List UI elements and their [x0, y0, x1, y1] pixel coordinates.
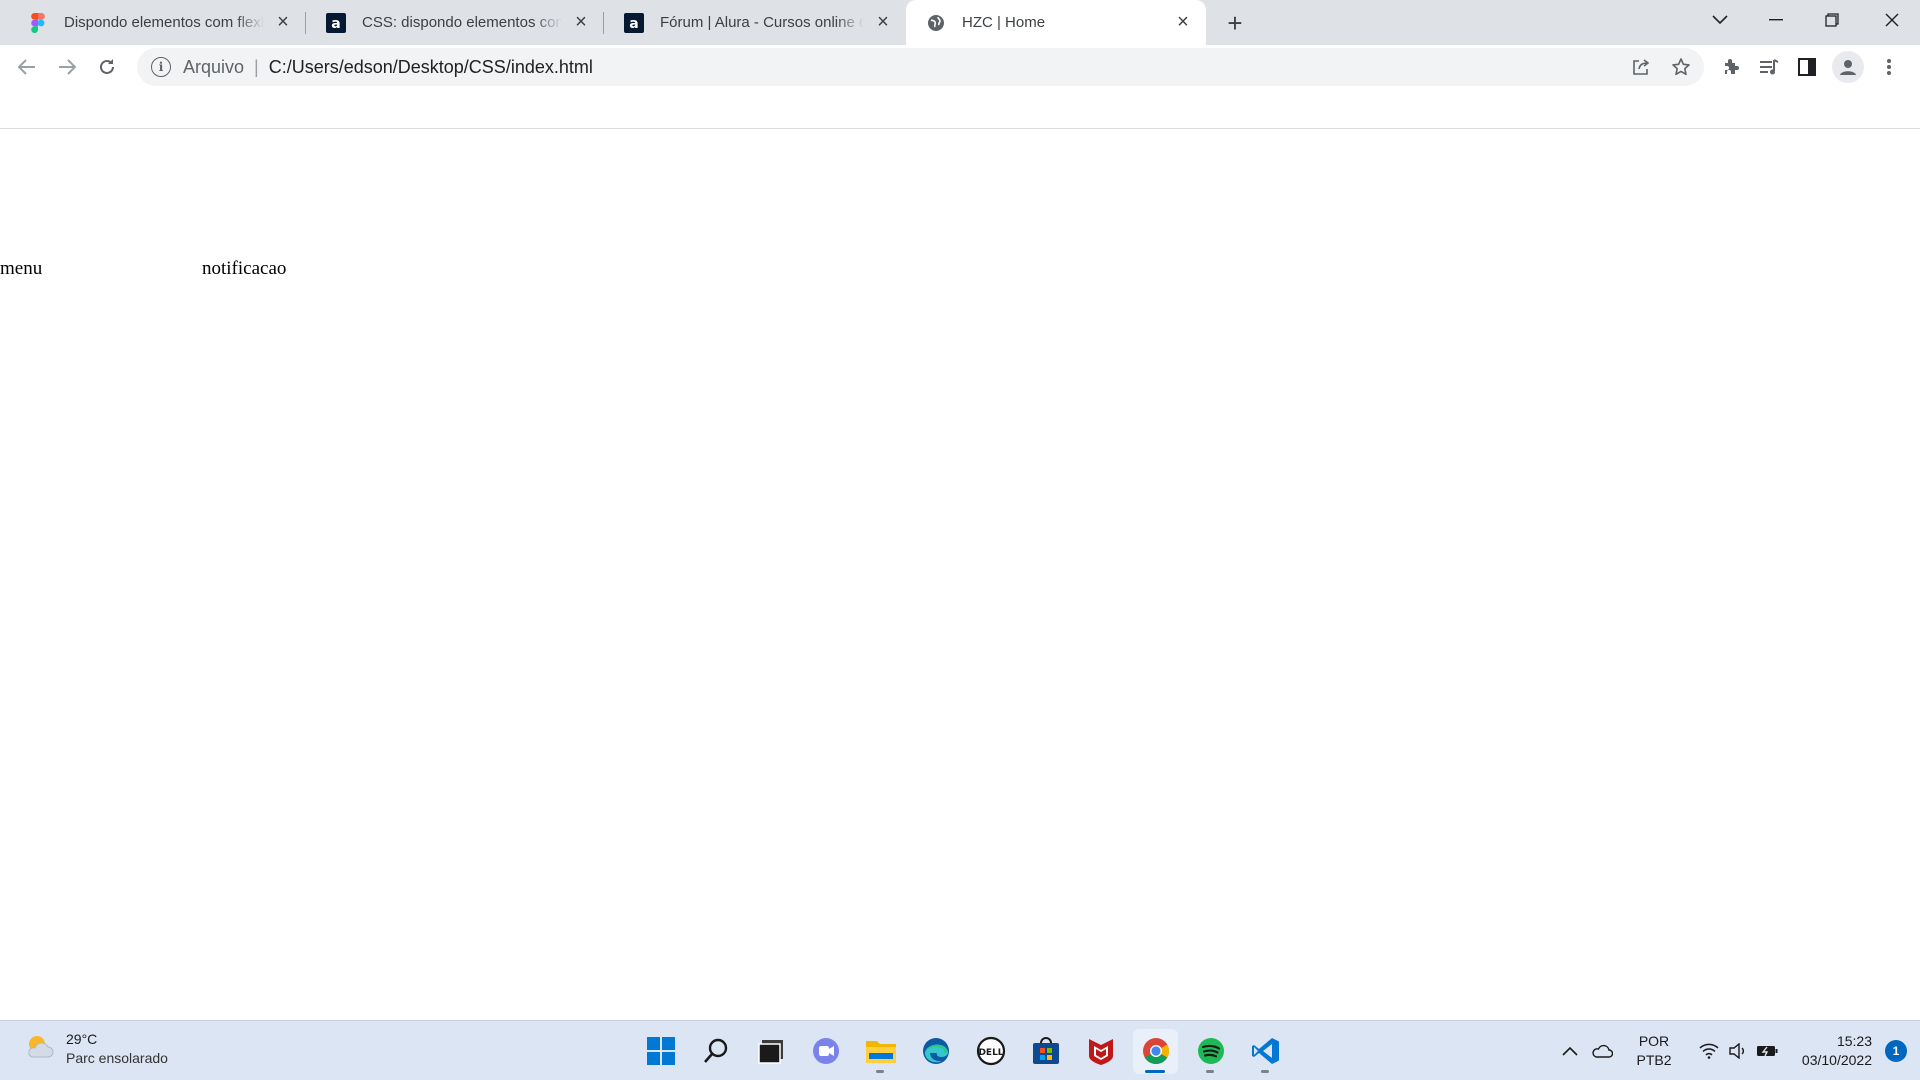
svg-text:a: a: [331, 16, 340, 32]
alura-icon: a: [624, 12, 644, 33]
alura-icon: a: [326, 12, 346, 33]
file-explorer-icon[interactable]: [858, 1029, 903, 1074]
mcafee-icon[interactable]: [1078, 1029, 1123, 1074]
clock-time: 15:23: [1836, 1033, 1872, 1049]
system-tray: POR PTB2 15:23 03/10/2022 1: [1556, 1021, 1920, 1080]
windows-start-icon[interactable]: [638, 1029, 683, 1074]
back-button[interactable]: [9, 49, 45, 85]
taskbar-apps: DELL: [638, 1027, 1288, 1075]
task-view-icon[interactable]: [748, 1029, 793, 1074]
weather-condition: Parc ensolarado: [66, 1050, 168, 1066]
tab-search-icon[interactable]: [1692, 0, 1748, 40]
svg-text:a: a: [629, 16, 638, 32]
extensions-icon[interactable]: [1718, 54, 1744, 80]
tab-title: Dispondo elementos com flexbox: [64, 14, 264, 31]
chevron-up-icon[interactable]: [1556, 1046, 1584, 1056]
figma-icon: [28, 12, 48, 33]
page-viewport: menu notificacao: [0, 130, 1920, 1020]
globe-icon: [926, 13, 946, 33]
spotify-icon[interactable]: [1188, 1029, 1233, 1074]
wifi-icon[interactable]: [1694, 1043, 1724, 1059]
profile-avatar-icon[interactable]: [1832, 51, 1864, 83]
minimize-button[interactable]: [1748, 0, 1804, 40]
tab-title: Fórum | Alura - Cursos online de tecnolo…: [660, 14, 864, 31]
running-indicator: [1261, 1069, 1269, 1073]
chrome-icon[interactable]: [1133, 1028, 1178, 1074]
media-control-icon[interactable]: [1756, 54, 1782, 80]
edge-icon[interactable]: [913, 1029, 958, 1074]
side-panel-icon[interactable]: [1794, 54, 1820, 80]
reload-button[interactable]: [89, 49, 125, 85]
taskbar: 29°C Parc ensolarado DELL POR PTB2 15:23…: [0, 1020, 1920, 1080]
tab-title: CSS: dispondo elementos com Flexbox: [362, 14, 562, 31]
more-menu-icon[interactable]: [1876, 54, 1902, 80]
clock[interactable]: 15:23 03/10/2022: [1792, 1032, 1872, 1070]
input-language[interactable]: POR PTB2: [1626, 1032, 1682, 1070]
tab-alura-css[interactable]: a CSS: dispondo elementos com Flexbox ×: [306, 0, 604, 45]
tab-close-icon[interactable]: ×: [1172, 11, 1194, 34]
svg-text:DELL: DELL: [978, 1048, 1003, 1058]
close-window-button[interactable]: [1864, 0, 1920, 40]
address-bar[interactable]: i Arquivo | C:/Users/edson/Desktop/CSS/i…: [137, 48, 1704, 86]
forward-button[interactable]: [49, 49, 85, 85]
keyboard-layout: PTB2: [1636, 1052, 1672, 1068]
tab-close-icon[interactable]: ×: [570, 11, 592, 34]
notification-center[interactable]: 1: [1872, 1040, 1920, 1062]
menu-text: menu: [0, 258, 43, 279]
bookmark-star-icon[interactable]: [1668, 54, 1694, 80]
new-tab-button[interactable]: +: [1220, 8, 1250, 38]
dell-icon[interactable]: DELL: [968, 1029, 1013, 1074]
running-indicator: [876, 1069, 884, 1073]
weather-temperature: 29°C: [66, 1031, 98, 1047]
volume-icon[interactable]: [1724, 1043, 1752, 1059]
restore-button[interactable]: [1804, 0, 1860, 40]
tab-alura-forum[interactable]: a Fórum | Alura - Cursos online de tecno…: [604, 0, 906, 45]
info-icon[interactable]: i: [151, 57, 171, 77]
running-indicator: [1145, 1069, 1165, 1073]
language-code: POR: [1638, 1033, 1670, 1049]
address-url[interactable]: C:/Users/edson/Desktop/CSS/index.html: [269, 57, 593, 78]
partly-sunny-icon: [24, 1031, 54, 1066]
tab-title: HZC | Home: [962, 14, 1046, 31]
battery-charging-icon[interactable]: [1752, 1044, 1782, 1058]
tab-figma[interactable]: Dispondo elementos com flexbox ×: [8, 0, 306, 45]
tab-close-icon[interactable]: ×: [872, 11, 894, 34]
vscode-icon[interactable]: [1243, 1029, 1288, 1074]
tab-close-icon[interactable]: ×: [272, 11, 294, 34]
browser-toolbar: i Arquivo | C:/Users/edson/Desktop/CSS/i…: [0, 45, 1920, 129]
tab-hzc-home[interactable]: HZC | Home ×: [906, 0, 1206, 45]
clock-date: 03/10/2022: [1801, 1052, 1872, 1068]
onedrive-cloud-icon[interactable]: [1584, 1044, 1620, 1058]
microsoft-store-icon[interactable]: [1023, 1029, 1068, 1074]
search-icon[interactable]: [693, 1029, 738, 1074]
share-icon[interactable]: [1628, 54, 1654, 80]
teams-chat-icon[interactable]: [803, 1029, 848, 1074]
address-scheme-label: Arquivo: [183, 56, 245, 77]
running-indicator: [1206, 1069, 1214, 1073]
weather-widget[interactable]: 29°C Parc ensolarado: [24, 1031, 168, 1066]
tab-strip: Dispondo elementos com flexbox × a CSS: …: [0, 0, 1920, 45]
notification-badge: 1: [1885, 1040, 1907, 1062]
notificacao-text: notificacao: [202, 258, 287, 279]
address-separator: |: [254, 56, 259, 77]
